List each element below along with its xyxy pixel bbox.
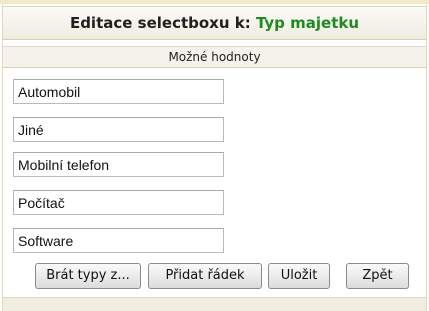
save-button[interactable]: Uložit (268, 263, 330, 289)
title-value: Typ majetku (255, 14, 360, 32)
value-input-3[interactable] (13, 152, 224, 177)
value-input-4[interactable] (13, 190, 224, 215)
add-row-button[interactable]: Přidat řádek (148, 263, 262, 289)
value-input-1[interactable] (13, 79, 224, 104)
bottom-border (3, 297, 426, 311)
import-types-button[interactable]: Brát typy z... (35, 263, 141, 289)
title-prefix: Editace selectboxu k: (69, 14, 256, 32)
back-button[interactable]: Zpět (346, 263, 409, 289)
value-input-5[interactable] (13, 228, 224, 253)
section-header: Možné hodnoty (3, 46, 426, 68)
section-header-label: Možné hodnoty (168, 50, 261, 64)
page-title: Editace selectboxu k: Typ majetku (3, 6, 426, 40)
value-input-2[interactable] (13, 117, 224, 142)
selectbox-editor-page: Editace selectboxu k: Typ majetku Možné … (0, 0, 429, 311)
